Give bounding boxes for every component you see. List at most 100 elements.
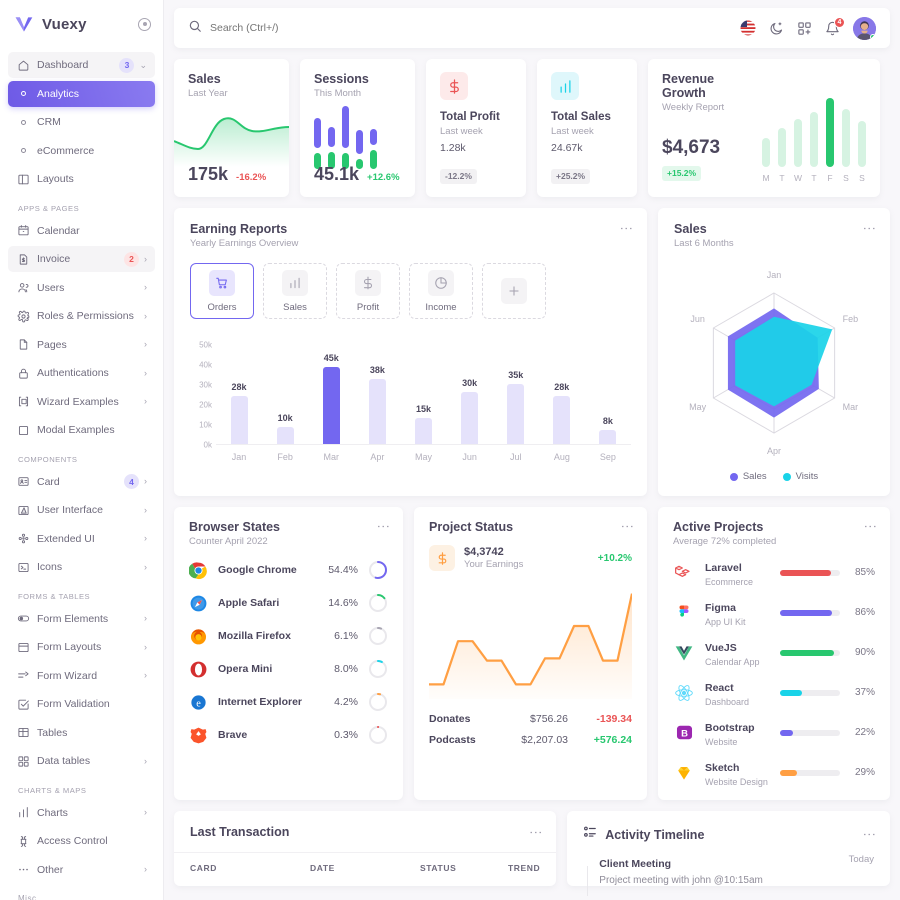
earning-tab-profit[interactable]: Profit bbox=[336, 263, 400, 319]
sidebar-item-label: Users bbox=[37, 281, 65, 294]
total-profit-value: 1.28k bbox=[440, 142, 466, 154]
sidebar-item-analytics[interactable]: Analytics bbox=[8, 80, 155, 107]
earning-bar-group[interactable]: 8k bbox=[585, 336, 631, 444]
earning-bar-group[interactable]: 10k bbox=[262, 336, 308, 444]
earning-bar-group[interactable]: 28k bbox=[216, 336, 262, 444]
project-earnings-delta: +10.2% bbox=[597, 552, 632, 564]
sidebar-item-dashboard[interactable]: Dashboard 3 ⌄ bbox=[8, 52, 155, 78]
sidebar-item-user-interface[interactable]: User Interface › bbox=[8, 497, 155, 523]
project-progress-track bbox=[780, 729, 840, 736]
sidebar-item-wizard-examples[interactable]: Wizard Examples › bbox=[8, 389, 155, 415]
sidebar-item-data-tables[interactable]: Data tables › bbox=[8, 748, 155, 774]
sidebar-item-crm[interactable]: CRM bbox=[8, 109, 155, 135]
project-name: Figma bbox=[705, 602, 736, 614]
more-options-icon[interactable]: ⋮ bbox=[863, 520, 878, 533]
sidebar-item-label: Pages bbox=[37, 338, 67, 351]
earning-tab-income[interactable]: Income bbox=[409, 263, 473, 319]
pin-circle-icon[interactable] bbox=[138, 17, 151, 31]
project-subtitle: Website bbox=[705, 737, 738, 747]
earning-bar-group[interactable]: 30k bbox=[447, 336, 493, 444]
sidebar-item-badge: 2 bbox=[124, 251, 139, 267]
sidebar-item-form-elements[interactable]: Form Elements › bbox=[8, 606, 155, 632]
more-options-icon[interactable]: ⋮ bbox=[862, 828, 877, 841]
earning-bar-group[interactable]: 45k bbox=[308, 336, 354, 444]
earnings-row: Earning Reports Yearly Earnings Overview… bbox=[174, 208, 890, 496]
browser-progress-ring bbox=[368, 560, 388, 580]
more-options-icon[interactable]: ⋮ bbox=[862, 222, 877, 235]
earning-tab-add[interactable] bbox=[482, 263, 546, 319]
earning-tab-sales[interactable]: Sales bbox=[263, 263, 327, 319]
revenue-bar-group: F bbox=[826, 98, 834, 183]
nav-section-header: APPS & PAGES bbox=[18, 203, 80, 213]
sidebar-item-label: Card bbox=[37, 475, 60, 488]
chevron-down-icon: ⌄ bbox=[139, 59, 147, 70]
project-percent: 85% bbox=[854, 567, 875, 578]
earning-bar-group[interactable]: 35k bbox=[493, 336, 539, 444]
earning-tab-orders[interactable]: Orders bbox=[190, 263, 254, 319]
sidebar-item-form-validation[interactable]: Form Validation bbox=[8, 691, 155, 717]
brave-icon bbox=[189, 726, 208, 745]
browser-progress-ring bbox=[368, 725, 388, 745]
browser-percent: 4.2% bbox=[334, 696, 358, 708]
more-options-icon[interactable]: ⋮ bbox=[528, 826, 543, 839]
sidebar-item-calendar[interactable]: Calendar bbox=[8, 218, 155, 244]
sidebar-item-layouts[interactable]: Layouts bbox=[8, 166, 155, 192]
sidebar-item-form-wizard[interactable]: Form Wizard › bbox=[8, 663, 155, 689]
user-avatar[interactable] bbox=[853, 16, 876, 40]
row-delta: -139.34 bbox=[596, 713, 632, 725]
figma-icon bbox=[673, 602, 695, 624]
apps-grid-icon[interactable] bbox=[797, 21, 812, 36]
sidebar-item-roles-permissions[interactable]: Roles & Permissions › bbox=[8, 303, 155, 329]
sidebar-item-form-layouts[interactable]: Form Layouts › bbox=[8, 634, 155, 660]
sessions-stat-card: Sessions This Month 45.1k +12.6% bbox=[300, 59, 415, 197]
sidebar-item-icons[interactable]: Icons › bbox=[8, 554, 155, 580]
project-progress-track bbox=[780, 769, 840, 776]
sidebar-item-extended-ui[interactable]: Extended UI › bbox=[8, 526, 155, 552]
total-sales-value: 24.67k bbox=[551, 142, 583, 154]
sidebar: Vuexy Dashboard 3 ⌄ Analytics CRM eCommerce La… bbox=[0, 0, 164, 900]
plus-icon bbox=[501, 278, 527, 304]
sessions-bar-chart bbox=[314, 106, 401, 169]
earning-reports-bar-chart: 0k 10k 20k 30k 40k 50k 28k 10k 45k 38k 15k 30k 35k 2… bbox=[190, 337, 631, 472]
dots-icon bbox=[16, 863, 30, 877]
search-area[interactable] bbox=[188, 19, 740, 38]
flag-us-icon[interactable] bbox=[740, 20, 756, 36]
earning-bar-group[interactable]: 15k bbox=[400, 336, 446, 444]
sidebar-item-other[interactable]: Other › bbox=[8, 857, 155, 883]
earning-bar-group[interactable]: 28k bbox=[539, 336, 585, 444]
y-tick-label: 10k bbox=[199, 420, 212, 430]
sidebar-item-ecommerce[interactable]: eCommerce bbox=[8, 138, 155, 164]
sidebar-item-tables[interactable]: Tables bbox=[8, 720, 155, 746]
earning-bar-group[interactable]: 38k bbox=[354, 336, 400, 444]
sidebar-item-modal-examples[interactable]: Modal Examples bbox=[8, 417, 155, 443]
more-options-icon[interactable]: ⋮ bbox=[376, 520, 391, 533]
sidebar-item-card[interactable]: Card 4 › bbox=[8, 469, 155, 495]
earning-tab-label: Orders bbox=[207, 301, 237, 313]
more-options-icon[interactable]: ⋮ bbox=[619, 222, 634, 235]
active-projects-list: Laravel Ecommerce 85% Figma App UI Kit 86% Vue… bbox=[673, 558, 875, 787]
moon-icon[interactable] bbox=[769, 21, 784, 36]
sidebar-item-authentications[interactable]: Authentications › bbox=[8, 360, 155, 386]
legend-item: Sales bbox=[729, 471, 767, 482]
sidebar-item-label: Analytics bbox=[37, 87, 80, 100]
grid-icon bbox=[16, 754, 30, 768]
earning-x-label: Apr bbox=[370, 452, 385, 462]
total-sales-card: Total Sales Last week 24.67k +25.2% bbox=[537, 59, 637, 197]
search-input[interactable] bbox=[210, 22, 470, 34]
timeline-icon bbox=[583, 825, 597, 844]
sidebar-item-charts[interactable]: Charts › bbox=[8, 800, 155, 826]
sidebar-item-users[interactable]: Users › bbox=[8, 275, 155, 301]
sales-radar-subtitle: Last 6 Months bbox=[674, 238, 734, 249]
home-icon bbox=[16, 58, 30, 72]
ui-icon bbox=[16, 503, 30, 517]
timeline-time: Today bbox=[848, 854, 874, 865]
active-projects-card: Active Projects Average 72% completed ⋮ … bbox=[658, 507, 890, 800]
bell-icon[interactable]: 4 bbox=[825, 16, 845, 36]
more-options-icon[interactable]: ⋮ bbox=[620, 520, 635, 533]
sidebar-item-access-control[interactable]: Access Control bbox=[8, 828, 155, 854]
vuejs-icon bbox=[673, 642, 695, 664]
sidebar-item-pages[interactable]: Pages › bbox=[8, 332, 155, 358]
circle-dot-icon bbox=[16, 148, 30, 153]
sidebar-item-invoice[interactable]: Invoice 2 › bbox=[8, 246, 155, 272]
sales-footer: 175k -16.2% bbox=[188, 164, 266, 185]
